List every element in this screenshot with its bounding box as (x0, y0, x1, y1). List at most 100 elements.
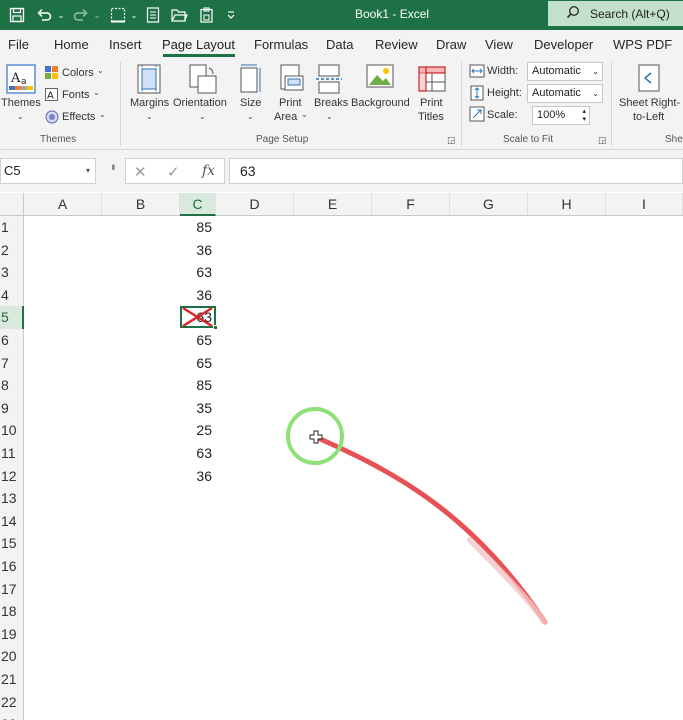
tab-page-layout[interactable]: Page Layout (162, 37, 235, 52)
cell-c10[interactable]: 25 (180, 419, 216, 442)
row-header-21[interactable]: 21 (0, 668, 24, 691)
row-header-2[interactable]: 2 (0, 238, 24, 262)
tab-wps-pdf[interactable]: WPS PDF (613, 37, 672, 52)
column-header-g[interactable]: G (450, 193, 528, 216)
row-header-23[interactable]: 23 (0, 713, 24, 720)
page-setup-launcher-icon[interactable]: ◲ (447, 135, 456, 146)
effects-button[interactable]: Effects (62, 110, 95, 124)
row-header-6[interactable]: 6 (0, 329, 24, 352)
height-dropdown[interactable]: Automatic ⌄ (527, 84, 603, 103)
formula-bar-resize-handle[interactable]: ••• (107, 164, 118, 169)
cell-c3[interactable]: 63 (180, 261, 216, 284)
margins-button[interactable]: Margins (130, 96, 169, 110)
row-header-5[interactable]: 5 (0, 306, 24, 329)
row-header-3[interactable]: 3 (0, 261, 24, 284)
print-titles-label-2[interactable]: Titles (418, 110, 444, 124)
sheet-right-to-left-label-1[interactable]: Sheet Right- (619, 96, 680, 110)
tab-view[interactable]: View (485, 37, 513, 52)
select-all-corner[interactable] (0, 193, 24, 216)
row-header-19[interactable]: 19 (0, 622, 24, 646)
column-header-b[interactable]: B (102, 193, 180, 216)
clipboard-icon[interactable] (196, 5, 216, 25)
calculator-icon[interactable] (143, 5, 163, 25)
row-header-20[interactable]: 20 (0, 645, 24, 668)
column-header-f[interactable]: F (372, 193, 450, 216)
fill-handle[interactable] (213, 325, 218, 331)
column-header-d[interactable]: D (216, 193, 294, 216)
borders-dropdown-icon[interactable]: ⌄ (128, 5, 140, 25)
scale-spinner-arrows-icon[interactable]: ▴ ▾ (582, 108, 586, 124)
print-titles-label-1[interactable]: Print (420, 96, 443, 110)
enter-icon[interactable]: ✓ (167, 163, 180, 181)
row-header-14[interactable]: 14 (0, 509, 24, 533)
breaks-button[interactable]: Breaks (314, 96, 348, 110)
row-header-9[interactable]: 9 (0, 396, 24, 420)
orientation-icon (189, 64, 217, 99)
row-header-12[interactable]: 12 (0, 464, 24, 488)
save-icon[interactable] (6, 5, 28, 25)
cell-c6[interactable]: 65 (180, 329, 216, 352)
scale-spinner[interactable]: 100% ▴ ▾ (532, 106, 590, 125)
undo-icon[interactable] (34, 5, 54, 25)
open-folder-icon[interactable] (169, 5, 189, 25)
column-header-e[interactable]: E (294, 193, 372, 216)
cell-c1[interactable]: 85 (180, 216, 216, 239)
fonts-button[interactable]: Fonts (62, 88, 90, 102)
width-dropdown[interactable]: Automatic ⌄ (527, 62, 603, 81)
colors-button[interactable]: Colors (62, 66, 94, 80)
row-header-17[interactable]: 17 (0, 577, 24, 601)
row-header-10[interactable]: 10 (0, 419, 24, 442)
row-header-1[interactable]: 1 (0, 216, 24, 239)
insert-function-icon[interactable]: fx (202, 163, 215, 179)
orientation-button[interactable]: Orientation (173, 96, 227, 110)
worksheet-grid[interactable]: A B C D E F G H I 1 2 3 4 5 6 7 8 9 10 11 12 13 14 15 16 17 18 19 20… (0, 193, 683, 720)
effects-icon (45, 110, 59, 129)
print-area-label-1[interactable]: Print (279, 96, 302, 110)
row-header-4[interactable]: 4 (0, 283, 24, 307)
row-header-22[interactable]: 22 (0, 690, 24, 714)
cell-c4[interactable]: 36 (180, 284, 216, 307)
tab-data[interactable]: Data (326, 37, 353, 52)
cell-c11[interactable]: 63 (180, 442, 216, 465)
tab-formulas[interactable]: Formulas (254, 37, 308, 52)
name-box[interactable]: C5 ▾ (0, 158, 96, 184)
cell-c7[interactable]: 65 (180, 352, 216, 375)
customize-quick-access-icon[interactable] (224, 5, 238, 25)
tab-home[interactable]: Home (54, 37, 89, 52)
row-header-18[interactable]: 18 (0, 600, 24, 623)
tab-draw[interactable]: Draw (436, 37, 466, 52)
row-header-7[interactable]: 7 (0, 351, 24, 375)
formula-input[interactable]: 63 (229, 158, 683, 184)
search-box[interactable]: Search (Alt+Q) (548, 1, 683, 26)
cell-c8[interactable]: 85 (180, 374, 216, 397)
borders-icon[interactable] (108, 5, 128, 25)
tab-file[interactable]: File (8, 37, 29, 52)
size-dropdown-icon: ⌄ (247, 112, 254, 121)
undo-dropdown-icon[interactable]: ⌄ (55, 5, 67, 25)
column-header-h[interactable]: H (528, 193, 606, 216)
row-header-11[interactable]: 11 (0, 442, 24, 465)
scale-to-fit-launcher-icon[interactable]: ◲ (598, 135, 607, 146)
themes-button[interactable]: Aa (6, 64, 36, 99)
row-header-8[interactable]: 8 (0, 374, 24, 397)
background-button[interactable]: Background (351, 96, 410, 110)
column-header-c[interactable]: C (180, 193, 216, 216)
size-button[interactable]: Size (240, 96, 261, 110)
row-header-15[interactable]: 15 (0, 532, 24, 555)
sheet-right-to-left-label-2[interactable]: to-Left (633, 110, 664, 124)
tab-developer[interactable]: Developer (534, 37, 593, 52)
column-header-a[interactable]: A (24, 193, 102, 216)
column-header-i[interactable]: I (606, 193, 683, 216)
cell-c12[interactable]: 36 (180, 465, 216, 488)
cell-c9[interactable]: 35 (180, 397, 216, 420)
redo-dropdown-icon[interactable]: ⌄ (91, 5, 103, 25)
cell-c2[interactable]: 36 (180, 239, 216, 262)
tab-review[interactable]: Review (375, 37, 418, 52)
row-header-16[interactable]: 16 (0, 555, 24, 578)
tab-insert[interactable]: Insert (109, 37, 142, 52)
name-box-dropdown-icon[interactable]: ▾ (86, 159, 90, 183)
redo-icon[interactable] (71, 5, 91, 25)
row-header-13[interactable]: 13 (0, 487, 24, 510)
print-area-label-2[interactable]: Area (274, 110, 297, 124)
cancel-icon[interactable]: ✕ (134, 163, 147, 181)
